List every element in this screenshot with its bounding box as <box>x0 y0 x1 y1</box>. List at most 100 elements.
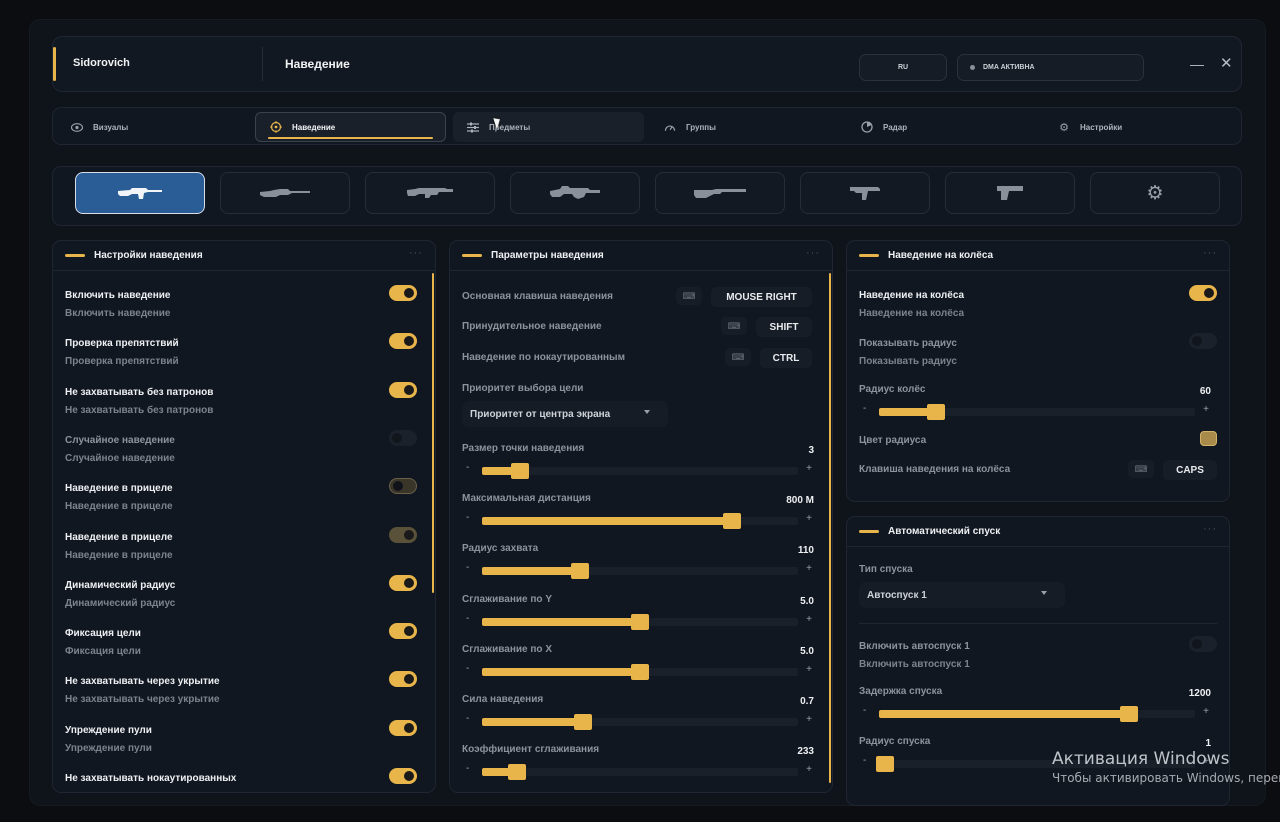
increment-button[interactable]: + <box>806 764 812 775</box>
weapon-machine-gun[interactable] <box>510 172 640 214</box>
decrement-button[interactable]: - <box>466 663 469 674</box>
weapon-shotgun[interactable] <box>365 172 495 214</box>
slider-track[interactable] <box>482 563 798 580</box>
increment-button[interactable]: + <box>806 513 812 524</box>
slider-track[interactable] <box>879 706 1195 722</box>
wheel-aim-toggle[interactable] <box>1189 285 1217 301</box>
setting-toggle[interactable] <box>389 623 417 640</box>
slider-track[interactable] <box>482 513 798 530</box>
radius-color-swatch[interactable] <box>1200 431 1217 446</box>
more-icon[interactable]: ··· <box>806 247 820 259</box>
setting-toggle[interactable] <box>389 574 417 591</box>
setting-toggle[interactable] <box>389 719 417 736</box>
increment-button[interactable]: + <box>1203 706 1209 717</box>
weapon-smg[interactable] <box>800 172 930 214</box>
trigger-type-dropdown[interactable]: Автоспуск 1 <box>859 582 1065 608</box>
weapon-sniper-rifle[interactable] <box>220 172 350 214</box>
slider-thumb[interactable] <box>574 714 593 730</box>
more-icon[interactable]: ··· <box>409 247 423 259</box>
weapon-pistol[interactable] <box>945 172 1075 214</box>
decrement-button[interactable]: - <box>863 705 866 716</box>
keyboard-icon: ⌨ <box>725 348 751 366</box>
more-icon[interactable]: ··· <box>1203 247 1217 259</box>
slider-fill <box>482 567 580 576</box>
setting-toggle[interactable] <box>389 333 417 350</box>
tab-visuals[interactable]: Визуалы <box>57 112 252 142</box>
decrement-button[interactable]: - <box>466 462 469 473</box>
slider-thumb[interactable] <box>510 463 529 479</box>
scrollbar[interactable] <box>829 273 831 783</box>
show-radius-toggle[interactable] <box>1189 333 1217 349</box>
toggle-subtitle: Не захватывать без патронов <box>65 404 214 416</box>
tab-groups[interactable]: Группы <box>650 112 841 142</box>
chevron-down-icon <box>644 410 650 414</box>
slider-label: Сглаживание по X <box>462 643 552 655</box>
slider-thumb[interactable] <box>631 613 649 630</box>
keybind-value[interactable]: CAPS <box>1163 460 1217 480</box>
slider-thumb[interactable] <box>507 764 526 781</box>
language-button[interactable]: RU <box>859 54 947 81</box>
increment-button[interactable]: + <box>1203 404 1209 415</box>
increment-button[interactable]: + <box>806 463 812 474</box>
toggle-subtitle: Упреждение пули <box>65 742 152 754</box>
setting-toggle[interactable] <box>389 526 417 543</box>
weapon-long-rifle[interactable] <box>655 172 785 214</box>
tab-settings[interactable]: ⚙ Настройки <box>1044 112 1235 142</box>
close-button[interactable]: ✕ <box>1220 54 1233 72</box>
more-icon[interactable]: ··· <box>1203 523 1217 535</box>
slider-thumb[interactable] <box>926 404 945 420</box>
setting-toggle[interactable] <box>389 285 417 301</box>
decrement-button[interactable]: - <box>466 613 469 624</box>
slider-track[interactable] <box>482 613 798 630</box>
keybind-value[interactable]: MOUSE RIGHT <box>711 287 812 307</box>
increment-button[interactable]: + <box>806 664 812 675</box>
setting-toggle[interactable] <box>389 768 417 784</box>
decrement-button[interactable]: - <box>466 512 469 523</box>
weapon-settings[interactable]: ⚙ <box>1090 172 1220 214</box>
slider-track[interactable] <box>482 714 798 730</box>
weapon-assault-rifle[interactable] <box>75 172 205 214</box>
increment-button[interactable]: + <box>806 563 812 574</box>
tab-items[interactable]: Предметы <box>453 112 644 142</box>
toggle-row: Случайное наведение Случайное наведение <box>65 429 417 475</box>
decrement-button[interactable]: - <box>466 713 469 724</box>
title-accent <box>53 47 56 81</box>
slider-track[interactable] <box>482 764 798 781</box>
tab-radar[interactable]: Радар <box>847 112 1038 142</box>
slider-value: 1 <box>1205 738 1211 749</box>
increment-button[interactable]: + <box>806 614 812 625</box>
minimize-button[interactable]: — <box>1190 56 1204 72</box>
slider-thumb[interactable] <box>1119 706 1138 722</box>
slider-track[interactable] <box>482 463 798 479</box>
setting-toggle[interactable] <box>389 671 417 688</box>
toggle-row: Фиксация цели Фиксация цели <box>65 623 417 668</box>
autotrigger-toggle[interactable] <box>1189 636 1217 652</box>
slider-track[interactable] <box>879 404 1195 420</box>
slider-thumb[interactable] <box>876 756 895 772</box>
slider-thumb[interactable] <box>570 563 589 580</box>
tab-aim[interactable]: Наведение <box>255 112 446 142</box>
toggle-subtitle: Случайное наведение <box>65 452 175 464</box>
slider-thumb[interactable] <box>631 663 649 680</box>
keybind-value[interactable]: CTRL <box>760 348 812 368</box>
setting-toggle[interactable] <box>389 478 417 495</box>
scrollbar[interactable] <box>432 273 434 593</box>
toggle-knob <box>404 529 414 540</box>
dma-status-button[interactable]: DMA АКТИВНА <box>957 54 1144 81</box>
setting-toggle[interactable] <box>389 381 417 398</box>
tab-visuals-label: Визуалы <box>93 122 129 132</box>
toggle-title: Включить наведение <box>65 290 171 301</box>
slider-track[interactable] <box>482 663 798 680</box>
decrement-button[interactable]: - <box>466 562 469 573</box>
keybind-value[interactable]: SHIFT <box>756 317 812 337</box>
decrement-button[interactable]: - <box>863 403 866 414</box>
priority-dropdown[interactable]: Приоритет от центра экрана <box>462 401 668 427</box>
decrement-button[interactable]: - <box>863 755 866 766</box>
increment-button[interactable]: + <box>806 714 812 725</box>
windows-activation-watermark: Активация Windows Чтобы активировать Win… <box>1052 749 1280 785</box>
slider-thumb[interactable] <box>722 513 741 530</box>
decrement-button[interactable]: - <box>466 763 469 774</box>
toggle-row: Включить наведение Включить наведение <box>65 285 417 330</box>
setting-toggle[interactable] <box>389 429 417 446</box>
gear-icon: ⚙ <box>1146 182 1164 204</box>
